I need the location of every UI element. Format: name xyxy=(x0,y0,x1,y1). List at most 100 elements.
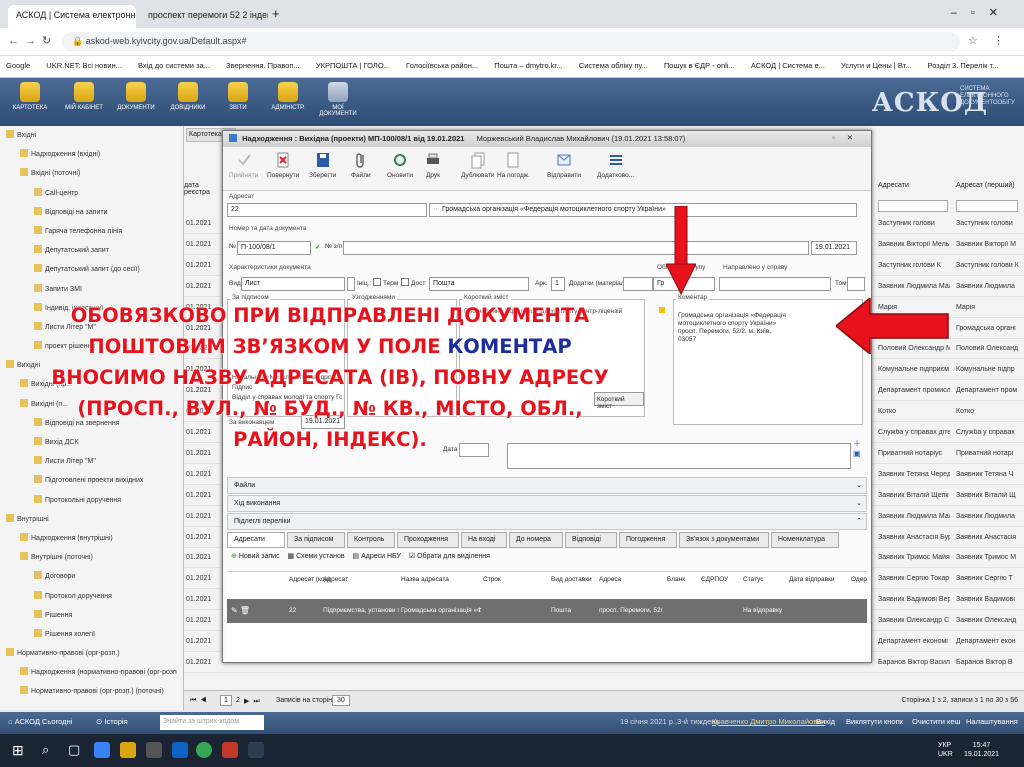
comment-textarea[interactable]: Громадська організація «Федерація мотоци… xyxy=(678,312,788,344)
column-header[interactable]: Адресат xyxy=(323,576,383,584)
tree-item[interactable]: Депутатський запит (до сесії) xyxy=(0,260,183,279)
pages-input[interactable]: 1 xyxy=(551,277,565,291)
files-button[interactable]: Файли xyxy=(351,151,371,179)
pager-prev-icon[interactable]: ⏮◀ xyxy=(190,697,211,705)
references-button[interactable]: ДОВІДНИКИ xyxy=(166,82,210,111)
help-button[interactable]: Виклятути кнопк xyxy=(846,717,903,726)
document-date-input[interactable]: 19.01.2021 xyxy=(811,241,857,255)
history-button[interactable]: ⊙ Історія xyxy=(96,717,128,726)
filter-input[interactable] xyxy=(878,200,948,212)
page-next[interactable]: 2 xyxy=(236,697,240,704)
modal-window-controls[interactable]: ▫✕ xyxy=(832,133,865,142)
bookmark-item[interactable]: Розділ 3. Перелік т... xyxy=(928,61,999,70)
approve-button[interactable]: На погодж. xyxy=(497,151,530,179)
bookmark-item[interactable]: АСКОД | Система е... xyxy=(751,61,825,70)
per-page-select[interactable]: 30 xyxy=(332,695,350,706)
kartoteka-button[interactable]: КАРТОТЕКА xyxy=(8,82,52,111)
tree-item[interactable]: Надходження (внутрішні) xyxy=(0,529,183,548)
tree-item[interactable]: Вхідні xyxy=(0,126,183,145)
duplicate-button[interactable]: Дублювати xyxy=(461,151,494,179)
dost-checkbox[interactable] xyxy=(401,278,409,286)
bookmark-item[interactable]: Google xyxy=(6,61,30,70)
new-record-button[interactable]: ⊕ Новий запис xyxy=(231,553,280,560)
tree-item[interactable]: Рішення xyxy=(0,606,183,625)
powerpoint-icon[interactable] xyxy=(222,742,238,758)
tab-5[interactable]: До номера xyxy=(509,532,563,548)
filter-input[interactable] xyxy=(956,200,1018,212)
task-view-icon[interactable]: ▢ xyxy=(68,742,80,758)
column-header[interactable]: Назва адресата xyxy=(401,576,461,584)
addressee-name-input[interactable]: ··· Громадська організація «Федерація мо… xyxy=(429,203,857,217)
reports-button[interactable]: ЗВІТИ xyxy=(216,82,260,111)
tree-item[interactable]: Депутатський запит xyxy=(0,241,183,260)
tree-item[interactable]: Листи Літер "М" xyxy=(0,452,183,471)
more-button[interactable]: Додатково... xyxy=(597,151,634,179)
nav-arrows-icon[interactable]: ←→↻ xyxy=(8,34,57,47)
tree-item[interactable]: Внутрішні (поточні) xyxy=(0,548,183,567)
select-button[interactable]: ☑ Обрати для виділення xyxy=(409,553,490,560)
browser-tab-askod[interactable]: АСКОД | Система електронног ✕ xyxy=(8,5,136,28)
tree-item[interactable]: Внутрішні xyxy=(0,510,183,529)
bookmark-item[interactable]: Вхід до системи за... xyxy=(138,61,210,70)
files-section[interactable]: Файли ⌄ xyxy=(227,477,867,494)
column-header[interactable]: Адресати xyxy=(878,182,948,189)
serial-input[interactable] xyxy=(343,241,809,255)
tree-item[interactable]: Call-центр xyxy=(0,184,183,203)
bookmark-item[interactable]: Пошта – dmytro.kr... xyxy=(494,61,563,70)
bookmark-item[interactable]: Услуги и Цены | Вт... xyxy=(841,61,911,70)
new-tab-button[interactable]: + xyxy=(272,6,280,21)
documents-button[interactable]: ДОКУМЕНТИ xyxy=(114,82,158,111)
edit-delete-icons[interactable]: ✎ 🗑 xyxy=(231,606,250,615)
bookmark-item[interactable]: Голосіївська район... xyxy=(406,61,478,70)
tree-item[interactable]: Протокольні доручення xyxy=(0,491,183,510)
tab-1[interactable]: За підписом xyxy=(287,532,345,548)
accept-button[interactable]: Прийняти xyxy=(229,151,258,179)
print-button[interactable]: Друк xyxy=(425,151,441,179)
browser-menu-icon[interactable]: ☆ ⋮ xyxy=(968,34,1010,47)
admin-button[interactable]: АДМІНІСТР. xyxy=(266,82,310,111)
nbu-address-button[interactable]: ▤ Адреси НБУ xyxy=(353,553,401,560)
page-current[interactable]: 1 xyxy=(220,695,232,706)
tab-8[interactable]: Зв'язок з документами xyxy=(679,532,769,548)
url-input[interactable]: 🔒 askod-web.kyivcity.gov.ua/Default.aspx… xyxy=(62,32,960,52)
table-row[interactable]: ✎ 🗑 22 Підприємства, установи та Громадська… xyxy=(227,599,867,623)
clock[interactable]: 15:47 19.01.2021 xyxy=(964,741,999,759)
tab-7[interactable]: Погодження xyxy=(619,532,677,548)
attachments-input[interactable] xyxy=(623,277,653,291)
browser-tab-search[interactable]: проспект перемоги 52 2 індекс ✕ xyxy=(140,5,268,28)
tab-4[interactable]: На вході xyxy=(461,532,507,548)
save-button[interactable]: Зберегти xyxy=(309,151,336,179)
tab-2[interactable]: Контроль xyxy=(347,532,395,548)
bookmark-item[interactable]: UKR.NET: Всі новин... xyxy=(46,61,122,70)
send-button[interactable]: Відправити xyxy=(547,151,581,179)
chrome-icon[interactable] xyxy=(196,742,212,758)
tab-3[interactable]: Проходження xyxy=(397,532,459,548)
column-header[interactable]: Адресат (перший) xyxy=(956,182,1022,189)
exit-button[interactable]: Вихід xyxy=(816,717,835,726)
tree-item[interactable]: Надходження (нормативно-правові (орг-роз… xyxy=(0,663,183,682)
tom-input[interactable] xyxy=(847,277,865,291)
tree-item[interactable]: Рішення колегії xyxy=(0,625,183,644)
app-icon[interactable] xyxy=(248,742,264,758)
settings-button[interactable]: Налаштування xyxy=(966,717,1018,726)
schemes-button[interactable]: ▦ Схеми установ xyxy=(288,553,345,560)
return-button[interactable]: Повернути xyxy=(267,151,299,179)
tree-item[interactable]: Підготовлені проекти вихідних xyxy=(0,471,183,490)
attach-save-icon[interactable]: ＋ ▣ xyxy=(853,439,861,459)
barcode-search-input[interactable]: Знайти за штрих-кодом xyxy=(160,715,264,730)
column-header[interactable]: Адреса xyxy=(599,576,659,584)
bookmark-item[interactable]: Пошук в ЄДР - onli... xyxy=(664,61,735,70)
tree-item[interactable]: Договори xyxy=(0,567,183,586)
tab-0[interactable]: Адресати xyxy=(227,532,285,548)
bookmark-item[interactable]: УКРПОШТА | ГОЛО... xyxy=(316,61,390,70)
vid-dropdown[interactable] xyxy=(347,277,355,291)
tree-item[interactable]: Нормативно-правові (орг-розп.) xyxy=(0,644,183,663)
window-controls[interactable]: –▫✕ xyxy=(951,6,1012,19)
tree-item[interactable]: Протокол доручення xyxy=(0,587,183,606)
document-number-input[interactable]: П-100/08/1 xyxy=(237,241,311,255)
user-link[interactable]: Кравченко Дмитро Миколайович xyxy=(712,717,825,726)
outlook-icon[interactable] xyxy=(172,742,188,758)
sublists-section[interactable]: Підлеглі переліки ⌃ xyxy=(227,513,867,530)
store-icon[interactable] xyxy=(146,742,162,758)
addressee-code-input[interactable]: 22 xyxy=(227,203,427,217)
